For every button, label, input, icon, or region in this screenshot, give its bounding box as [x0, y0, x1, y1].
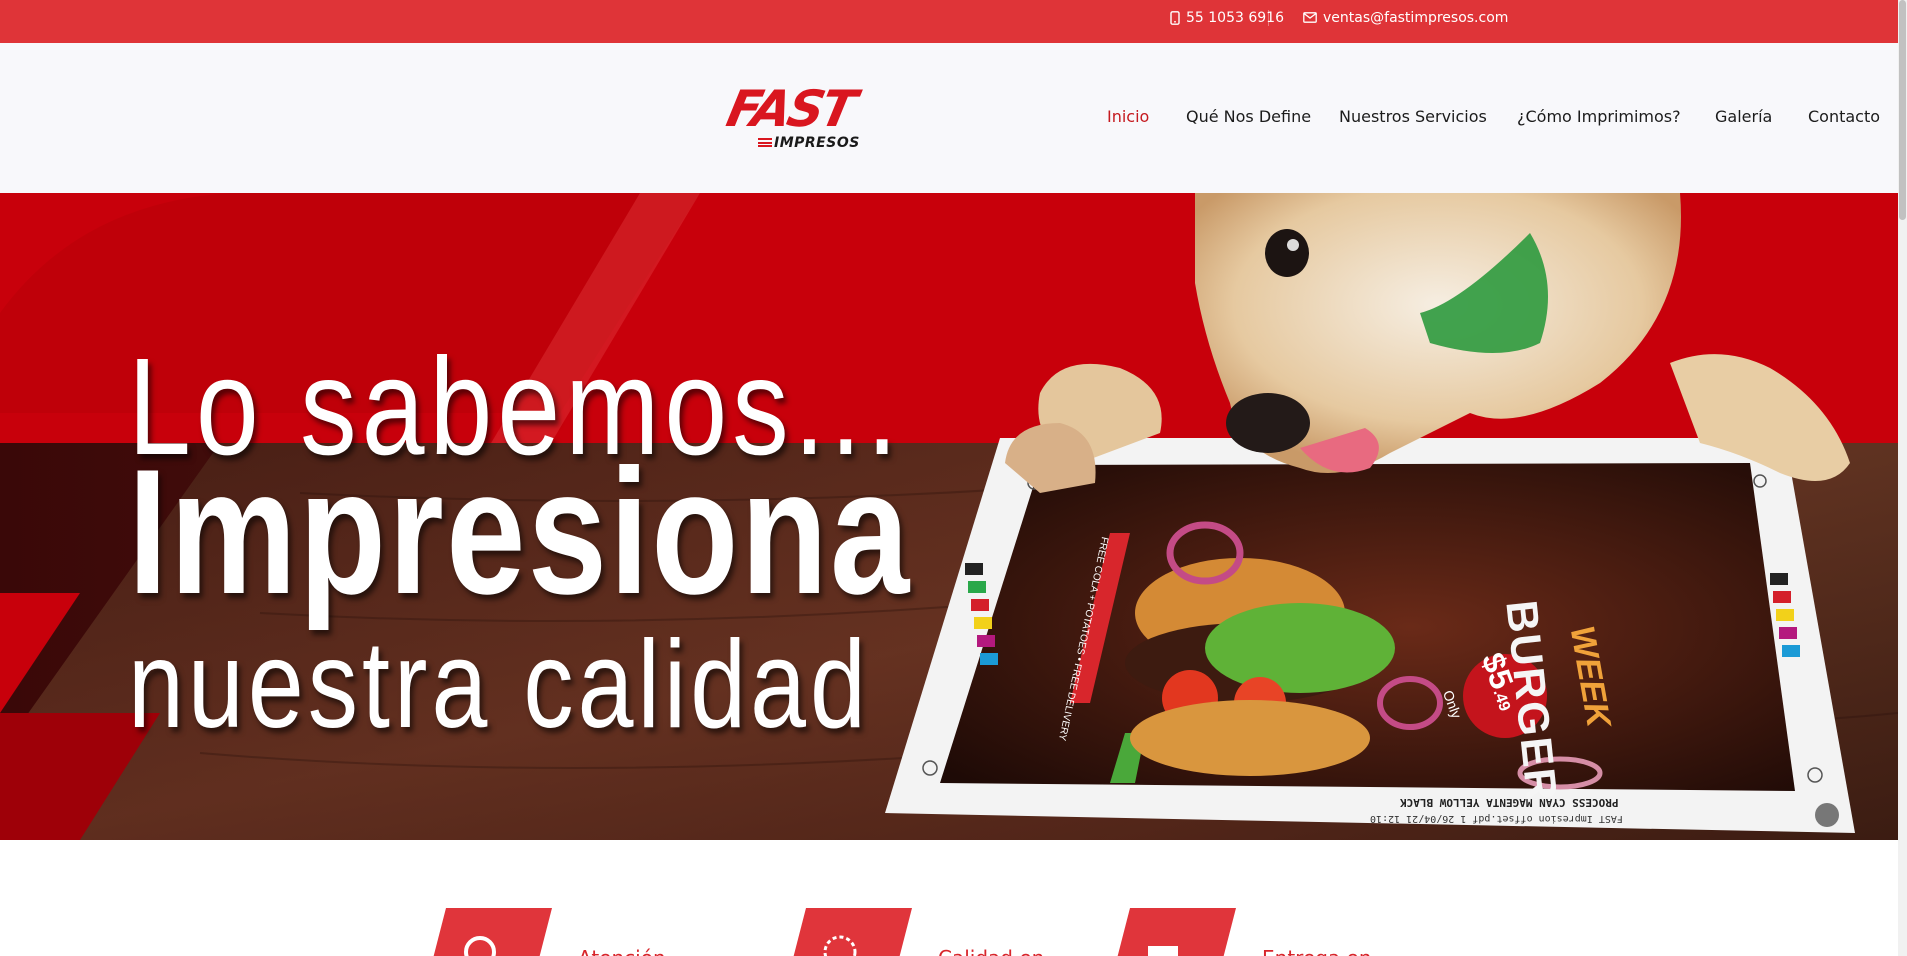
- quality-seal-icon: [793, 908, 912, 956]
- feature-label: Entrega en: [1262, 946, 1372, 956]
- feature-label: Atención: [578, 946, 666, 956]
- flyer-print-sheet: [885, 438, 1855, 833]
- email-address: ventas@fastimpresos.com: [1323, 9, 1509, 26]
- flyer-process-strip: PROCESS CYAN MAGENTA YELLOW BLACK: [1400, 796, 1619, 809]
- logo-speed-lines: [758, 138, 772, 147]
- email-link[interactable]: ventas@fastimpresos.com: [1303, 0, 1508, 35]
- logo-wordmark: FAST: [721, 80, 859, 138]
- nav-item-como-imprimimos[interactable]: ¿Cómo Imprimimos?: [1517, 107, 1681, 126]
- topbar-divider: [1268, 10, 1269, 26]
- hero-headline-line3: nuestra calidad: [128, 616, 870, 754]
- logo-subtitle: IMPRESOS: [774, 135, 860, 151]
- site-header: FAST IMPRESOS Inicio Qué Nos Define Nues…: [0, 43, 1898, 193]
- hero-banner: BURGER WEEK $5.49 Only FREE COLA + POTAT…: [0, 193, 1898, 840]
- nav-item-que-nos-define[interactable]: Qué Nos Define: [1186, 107, 1311, 126]
- page: 55 1053 6916 ventas@fastimpresos.com FAS…: [0, 0, 1907, 956]
- features-row: Atención Calidad en Entrega en: [0, 840, 1898, 956]
- nav-item-inicio[interactable]: Inicio: [1107, 107, 1149, 126]
- mobile-phone-icon: [1170, 10, 1180, 25]
- phone-number: 55 1053 6916: [1186, 9, 1284, 26]
- headset-icon: [433, 908, 552, 956]
- flyer-file-info: FAST Impresion offset.pdf 1 26/04/21 12:…: [1370, 813, 1623, 824]
- nav-item-nuestros-servicios[interactable]: Nuestros Servicios: [1339, 107, 1487, 126]
- site-logo[interactable]: FAST IMPRESOS: [722, 80, 876, 161]
- delivery-icon: [1117, 908, 1236, 956]
- nav-item-galeria[interactable]: Galería: [1715, 107, 1772, 126]
- feature-label: Calidad en: [938, 946, 1044, 956]
- nav-item-contacto[interactable]: Contacto: [1808, 107, 1880, 126]
- page-scrollbar[interactable]: [1898, 0, 1907, 956]
- top-contact-bar: 55 1053 6916 ventas@fastimpresos.com: [0, 0, 1898, 43]
- phone-link[interactable]: 55 1053 6916: [1170, 0, 1284, 35]
- hero-headline-line2: Impresiona: [128, 432, 912, 631]
- scrollbar-thumb[interactable]: [1899, 0, 1906, 220]
- envelope-icon: [1303, 12, 1317, 23]
